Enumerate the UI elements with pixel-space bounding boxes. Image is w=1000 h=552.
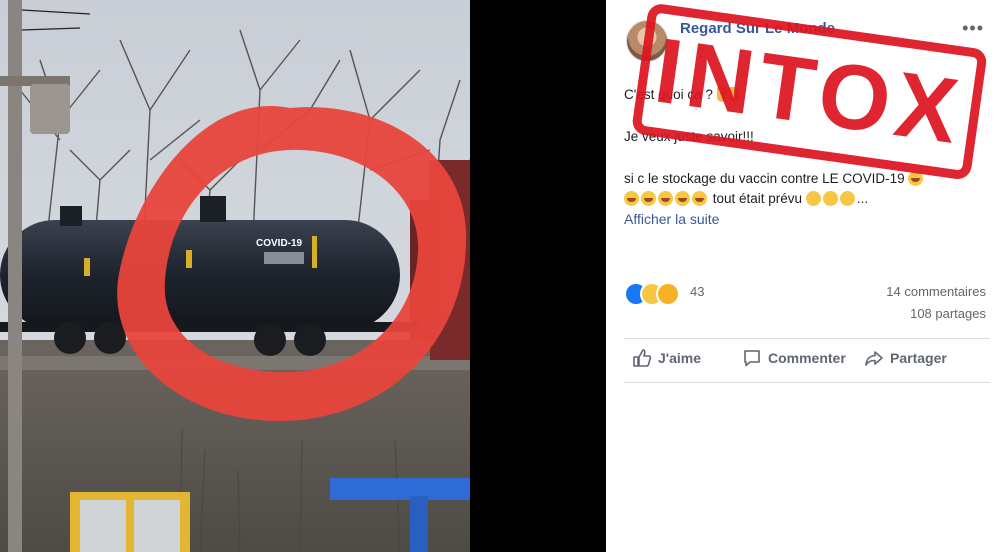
pointing-down-emoji-icon bbox=[716, 87, 727, 102]
like-button[interactable]: J'aime bbox=[632, 348, 701, 368]
comment-icon bbox=[744, 350, 760, 367]
page-avatar[interactable] bbox=[626, 20, 668, 62]
astonished-emoji-icon bbox=[839, 191, 855, 206]
post-line-4: tout était prévu bbox=[709, 191, 806, 206]
divider bbox=[624, 382, 990, 383]
post-header: Regard Sur Le Monde 2 ••• bbox=[624, 12, 990, 62]
crying-emoji-icon bbox=[675, 191, 690, 206]
post-line-3: si c le stockage du vaccin contre LE COV… bbox=[624, 171, 909, 186]
crying-emoji-icon bbox=[692, 191, 707, 206]
comment-button-label: Commenter bbox=[768, 350, 846, 366]
comment-button[interactable]: Commenter bbox=[742, 348, 846, 368]
post-actions: J'aime Commenter Partager bbox=[624, 346, 990, 376]
pointing-down-emoji-icon bbox=[728, 87, 739, 102]
crying-emoji-icon bbox=[641, 191, 656, 206]
reactions-count[interactable]: 43 bbox=[690, 284, 704, 299]
tank-label: COVID-19 bbox=[256, 238, 303, 249]
astonished-emoji-icon bbox=[822, 191, 838, 206]
see-more-link[interactable]: Afficher la suite bbox=[624, 210, 719, 228]
comments-count[interactable]: 14 commentaires bbox=[886, 284, 986, 299]
crying-emoji-icon bbox=[908, 171, 924, 186]
post-line-4-ellipsis: ... bbox=[856, 191, 869, 206]
facebook-post: Regard Sur Le Monde 2 ••• C'est quoi ça … bbox=[606, 0, 1000, 552]
crying-emoji-icon bbox=[658, 191, 673, 206]
black-divider bbox=[470, 0, 606, 552]
shares-count[interactable]: 108 partages bbox=[910, 306, 986, 321]
crying-emoji-icon bbox=[624, 191, 639, 206]
train-photo-image: COVID-19 bbox=[0, 0, 470, 552]
post-line-1: C'est quoi ça ? bbox=[624, 87, 717, 102]
wow-reaction-icon[interactable] bbox=[656, 282, 680, 306]
like-button-label: J'aime bbox=[658, 350, 702, 366]
post-stats: 43 14 commentaires 108 partages bbox=[624, 278, 990, 324]
post-timestamp[interactable]: 2 bbox=[698, 46, 705, 60]
share-button[interactable]: Partager bbox=[864, 348, 947, 368]
divider bbox=[624, 338, 990, 339]
astonished-emoji-icon bbox=[805, 191, 821, 206]
share-button-label: Partager bbox=[890, 350, 947, 366]
page-name-link[interactable]: Regard Sur Le Monde bbox=[680, 20, 835, 37]
share-arrow-icon bbox=[865, 351, 883, 366]
post-line-2: Je veux juste savoir!!! bbox=[624, 129, 754, 144]
more-options-button[interactable]: ••• bbox=[962, 18, 984, 39]
post-photo[interactable]: COVID-19 bbox=[0, 0, 470, 552]
thumbs-up-icon bbox=[633, 349, 652, 367]
